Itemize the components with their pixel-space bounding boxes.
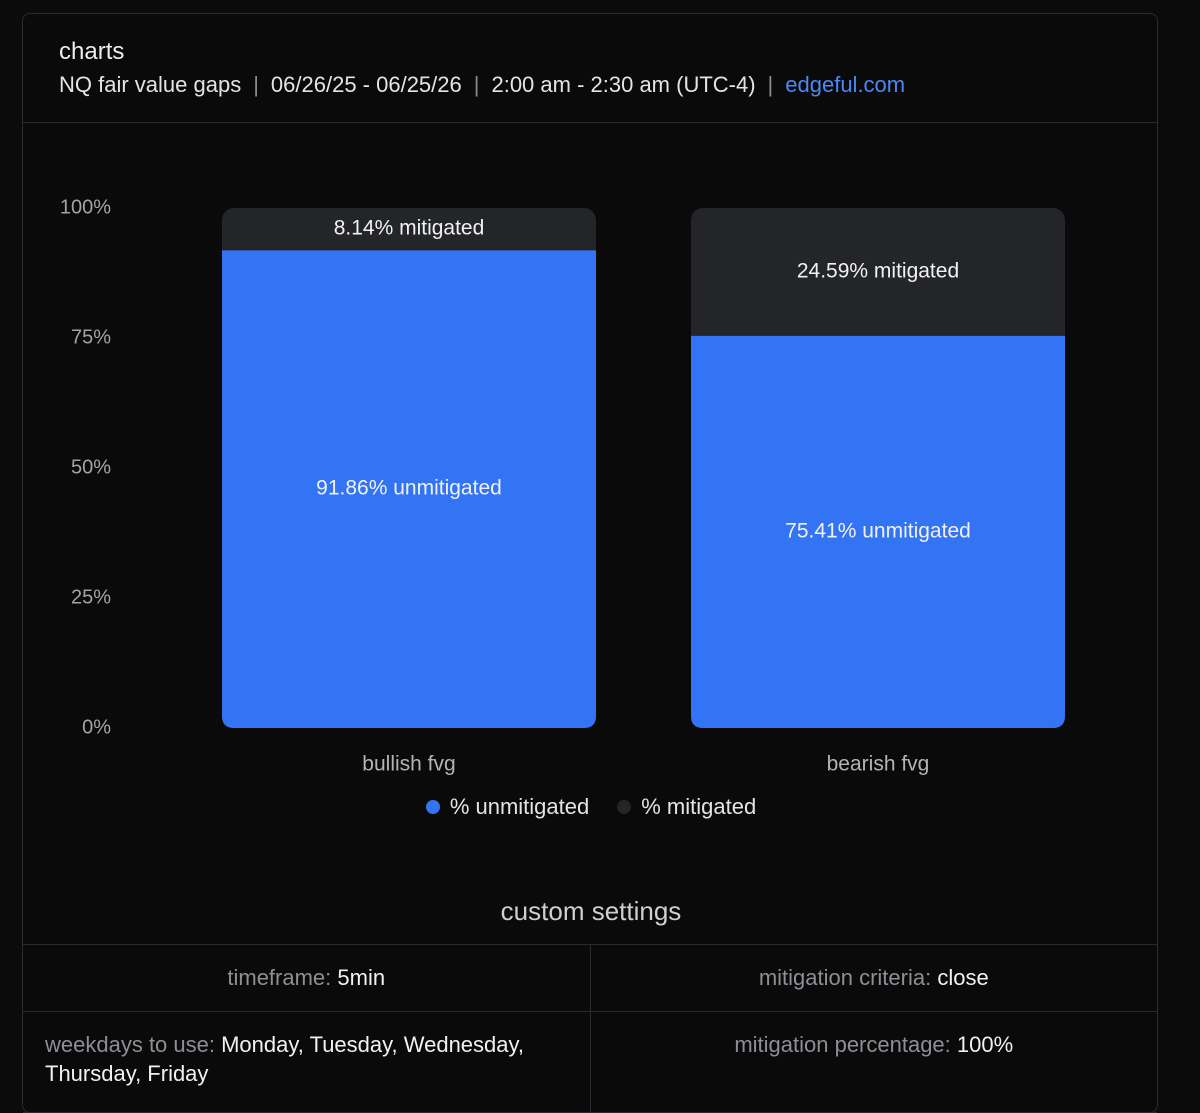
chart-legend: % unmitigated % mitigated bbox=[23, 794, 1159, 820]
setting-label: weekdays to use: bbox=[45, 1032, 215, 1057]
setting-value: 100% bbox=[956, 1032, 1014, 1057]
separator: | bbox=[253, 72, 259, 97]
y-tick-label: 50% bbox=[71, 456, 111, 478]
setting-mitigation-criteria: mitigation criteria: close bbox=[589, 945, 1158, 1011]
date-range: 06/26/25 - 06/25/26 bbox=[270, 72, 462, 97]
charts-card: charts NQ fair value gaps | 06/26/25 - 06/… bbox=[22, 13, 1158, 1113]
edgeful-link[interactable]: edgeful.com bbox=[785, 72, 905, 97]
time-range: 2:00 am - 2:30 am (UTC-4) bbox=[491, 72, 756, 97]
data-label-mitigated: 24.59% mitigated bbox=[797, 259, 959, 282]
legend-swatch-mitigated bbox=[617, 800, 632, 814]
data-label-unmitigated: 91.86% unmitigated bbox=[316, 477, 502, 500]
legend-label-mitigated: % mitigated bbox=[641, 794, 757, 819]
y-tick-label: 100% bbox=[60, 196, 111, 218]
setting-value: 5min bbox=[337, 965, 386, 990]
separator: | bbox=[767, 72, 774, 97]
x-category-label: bullish fvg bbox=[362, 753, 455, 776]
setting-label: mitigation criteria: bbox=[758, 965, 932, 990]
setting-weekdays: weekdays to use: Monday, Tuesday, Wednes… bbox=[23, 1012, 590, 1112]
settings-title: custom settings bbox=[500, 896, 682, 926]
instrument-label: NQ fair value gaps bbox=[59, 72, 242, 97]
y-tick-label: 25% bbox=[71, 586, 111, 608]
setting-label: mitigation percentage: bbox=[734, 1032, 951, 1057]
y-tick-label: 0% bbox=[82, 716, 111, 738]
card-header: charts NQ fair value gaps | 06/26/25 - 06/… bbox=[23, 14, 1157, 123]
fvg-stacked-bar-chart: 0% 25% 50% 75% 100% 8.14% mitigated 91.86% unm… bbox=[60, 196, 1065, 776]
settings-grid: timeframe: 5min mitigation criteria: clo… bbox=[23, 944, 1157, 1113]
separator: | bbox=[473, 72, 480, 97]
y-tick-label: 75% bbox=[71, 326, 111, 348]
setting-mitigation-percentage: mitigation percentage: 100% bbox=[589, 1012, 1158, 1112]
settings-row: timeframe: 5min mitigation criteria: clo… bbox=[23, 945, 1157, 1012]
setting-label: timeframe: bbox=[227, 965, 332, 990]
legend-label-unmitigated: % unmitigated bbox=[449, 794, 590, 819]
setting-value: close bbox=[937, 965, 989, 990]
card-subtitle: NQ fair value gaps | 06/26/25 - 06/25/26 | 2… bbox=[59, 72, 905, 98]
setting-timeframe: timeframe: 5min bbox=[23, 945, 590, 1011]
data-label-unmitigated: 75.41% unmitigated bbox=[785, 519, 971, 542]
x-category-label: bearish fvg bbox=[827, 753, 930, 776]
legend-item-mitigated[interactable]: % mitigated bbox=[617, 794, 756, 820]
legend-item-unmitigated[interactable]: % unmitigated bbox=[425, 794, 590, 820]
card-title: charts bbox=[59, 38, 125, 65]
settings-row: weekdays to use: Monday, Tuesday, Wednes… bbox=[23, 1012, 1157, 1113]
legend-swatch-unmitigated bbox=[425, 800, 440, 814]
data-label-mitigated: 8.14% mitigated bbox=[334, 217, 485, 240]
